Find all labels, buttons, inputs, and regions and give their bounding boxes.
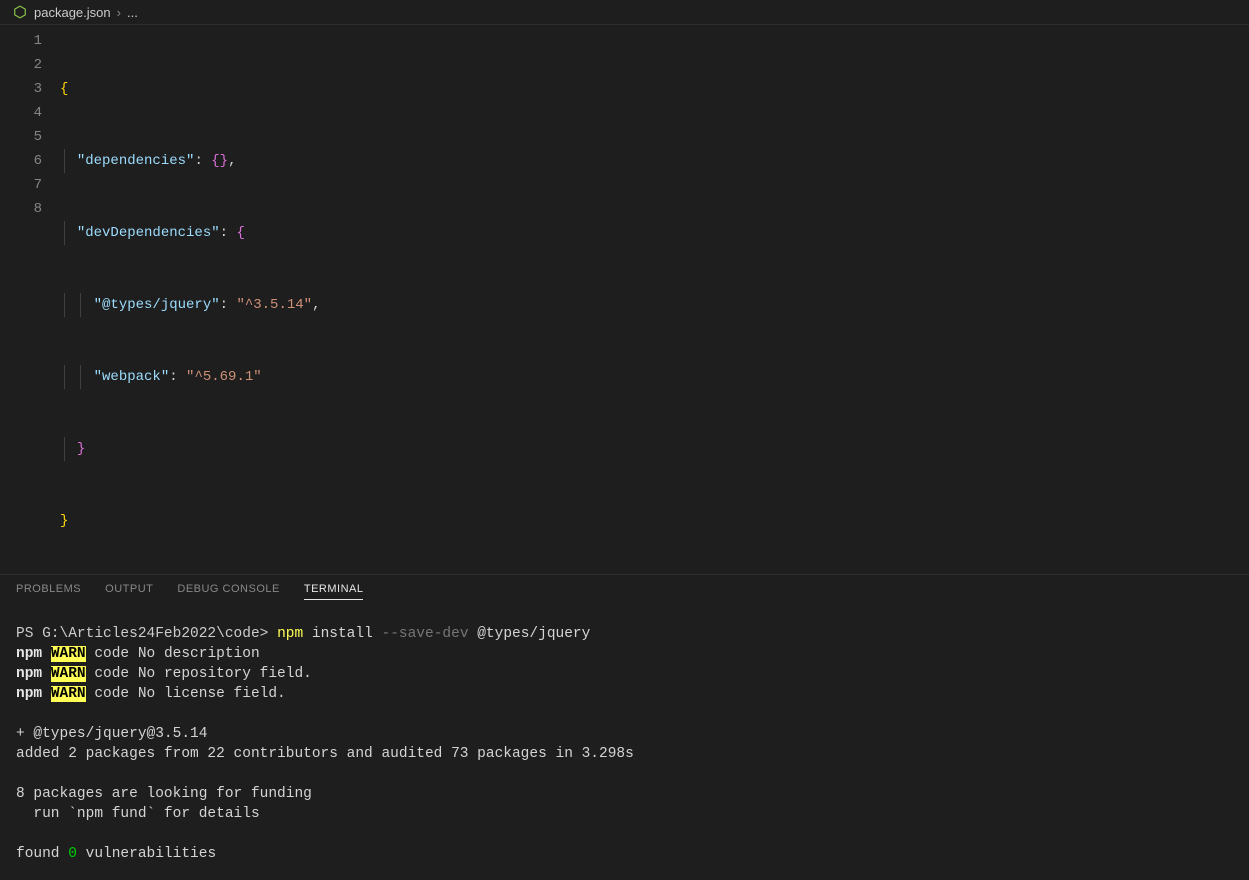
code-token: { [60,81,68,97]
terminal-cmd: --save-dev [382,626,469,642]
code-token: , [312,297,320,313]
code-token: "devDependencies" [77,225,220,241]
line-number: 5 [0,125,42,149]
terminal-npm: npm [16,666,42,682]
chevron-right-icon: › [117,5,121,20]
terminal-line: + @types/jquery@3.5.14 [16,724,1233,744]
line-number-gutter: 1 2 3 4 5 6 7 8 [0,25,60,574]
code-token: "webpack" [94,369,170,385]
code-token: : [220,225,237,241]
terminal-line: found 0 vulnerabilities [16,844,1233,864]
terminal-output[interactable]: PS G:\Articles24Feb2022\code> npm instal… [0,608,1249,880]
terminal-text: code No repository field. [86,666,312,682]
code-token: "@types/jquery" [94,297,220,313]
terminal-text: code No license field. [86,686,286,702]
terminal-line: run `npm fund` for details [16,804,1233,824]
terminal-npm: npm [16,686,42,702]
terminal-warn-badge: WARN [51,686,86,702]
code-token: "dependencies" [77,153,195,169]
code-token: {} [211,153,228,169]
terminal-line [16,704,1233,724]
terminal-line: npm WARN code No description [16,644,1233,664]
tab-debug-console[interactable]: DEBUG CONSOLE [177,583,279,600]
breadcrumb-ellipsis[interactable]: ... [127,5,138,20]
code-token: } [60,513,68,529]
terminal-line: 8 packages are looking for funding [16,784,1233,804]
breadcrumb[interactable]: package.json › ... [0,0,1249,25]
terminal-warn-badge: WARN [51,666,86,682]
terminal-line [16,764,1233,784]
tab-terminal[interactable]: TERMINAL [304,583,364,600]
terminal-cmd: npm [277,626,303,642]
terminal-text: vulnerabilities [77,846,216,862]
breadcrumb-file[interactable]: package.json [34,5,111,20]
terminal-warn-badge: WARN [51,646,86,662]
terminal-cmd: @types/jquery [469,626,591,642]
line-number: 4 [0,101,42,125]
terminal-path: G:\Articles24Feb2022\code> [42,626,277,642]
code-token: , [228,153,236,169]
line-number: 6 [0,149,42,173]
line-number: 2 [0,53,42,77]
terminal-prompt: PS [16,626,42,642]
terminal-cmd: install [303,626,381,642]
code-token: "^5.69.1" [186,369,262,385]
code-token: : [169,369,186,385]
panel-tabs: PROBLEMS OUTPUT DEBUG CONSOLE TERMINAL [0,574,1249,608]
nodejs-icon [12,4,28,20]
terminal-line: PS G:\Articles24Feb2022\code> npm instal… [16,624,1233,644]
terminal-line [16,824,1233,844]
code-token: : [220,297,237,313]
code-token: } [77,441,85,457]
code-content[interactable]: { "dependencies": {}, "devDependencies":… [60,25,1249,574]
terminal-npm: npm [16,646,42,662]
code-token: : [194,153,211,169]
line-number: 1 [0,29,42,53]
tab-problems[interactable]: PROBLEMS [16,583,81,600]
terminal-line: added 2 packages from 22 contributors an… [16,744,1233,764]
code-token: "^3.5.14" [236,297,312,313]
terminal-line: npm WARN code No repository field. [16,664,1233,684]
code-token: { [236,225,244,241]
terminal-text: found [16,846,68,862]
editor-pane[interactable]: 1 2 3 4 5 6 7 8 { "dependencies": {}, "d… [0,25,1249,574]
terminal-vuln-count: 0 [68,846,77,862]
terminal-line: npm WARN code No license field. [16,684,1233,704]
terminal-text: code No description [86,646,260,662]
line-number: 3 [0,77,42,101]
line-number: 7 [0,173,42,197]
line-number: 8 [0,197,42,221]
tab-output[interactable]: OUTPUT [105,583,153,600]
